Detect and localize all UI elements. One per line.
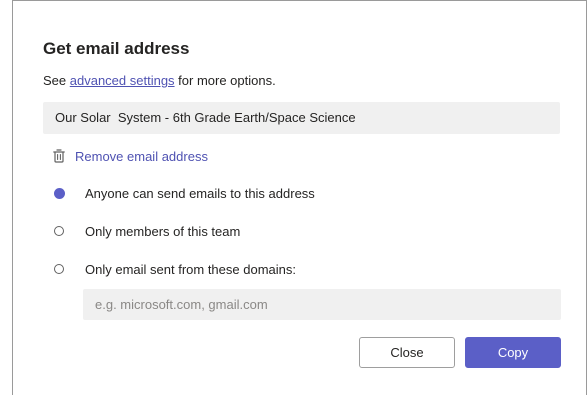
remove-email-button[interactable]: Remove email address: [53, 146, 208, 166]
radio-option-anyone[interactable]: Anyone can send emails to this address: [49, 183, 315, 203]
copy-button[interactable]: Copy: [465, 337, 561, 368]
radio-unselected-indicator: [49, 259, 69, 279]
trash-icon: [53, 149, 65, 163]
radio-selected-indicator: [49, 183, 69, 203]
subtitle-prefix: See: [43, 73, 70, 88]
radio-label-team-members: Only members of this team: [85, 223, 241, 239]
close-button[interactable]: Close: [359, 337, 455, 368]
remove-email-label: Remove email address: [75, 148, 208, 164]
get-email-dialog: Get email address See advanced settings …: [12, 0, 587, 395]
domains-input[interactable]: [83, 289, 561, 320]
dialog-subtitle: See advanced settings for more options.: [43, 73, 276, 88]
subtitle-suffix: for more options.: [174, 73, 276, 88]
radio-option-domains[interactable]: Only email sent from these domains:: [49, 259, 296, 279]
radio-label-domains: Only email sent from these domains:: [85, 261, 296, 277]
dialog-title: Get email address: [43, 39, 190, 58]
radio-option-team-members[interactable]: Only members of this team: [49, 221, 240, 241]
advanced-settings-link[interactable]: advanced settings: [70, 73, 175, 88]
radio-label-anyone: Anyone can send emails to this address: [85, 185, 315, 201]
email-address-field[interactable]: Our Solar System - 6th Grade Earth/Space…: [43, 102, 560, 134]
radio-unselected-indicator: [49, 221, 69, 241]
